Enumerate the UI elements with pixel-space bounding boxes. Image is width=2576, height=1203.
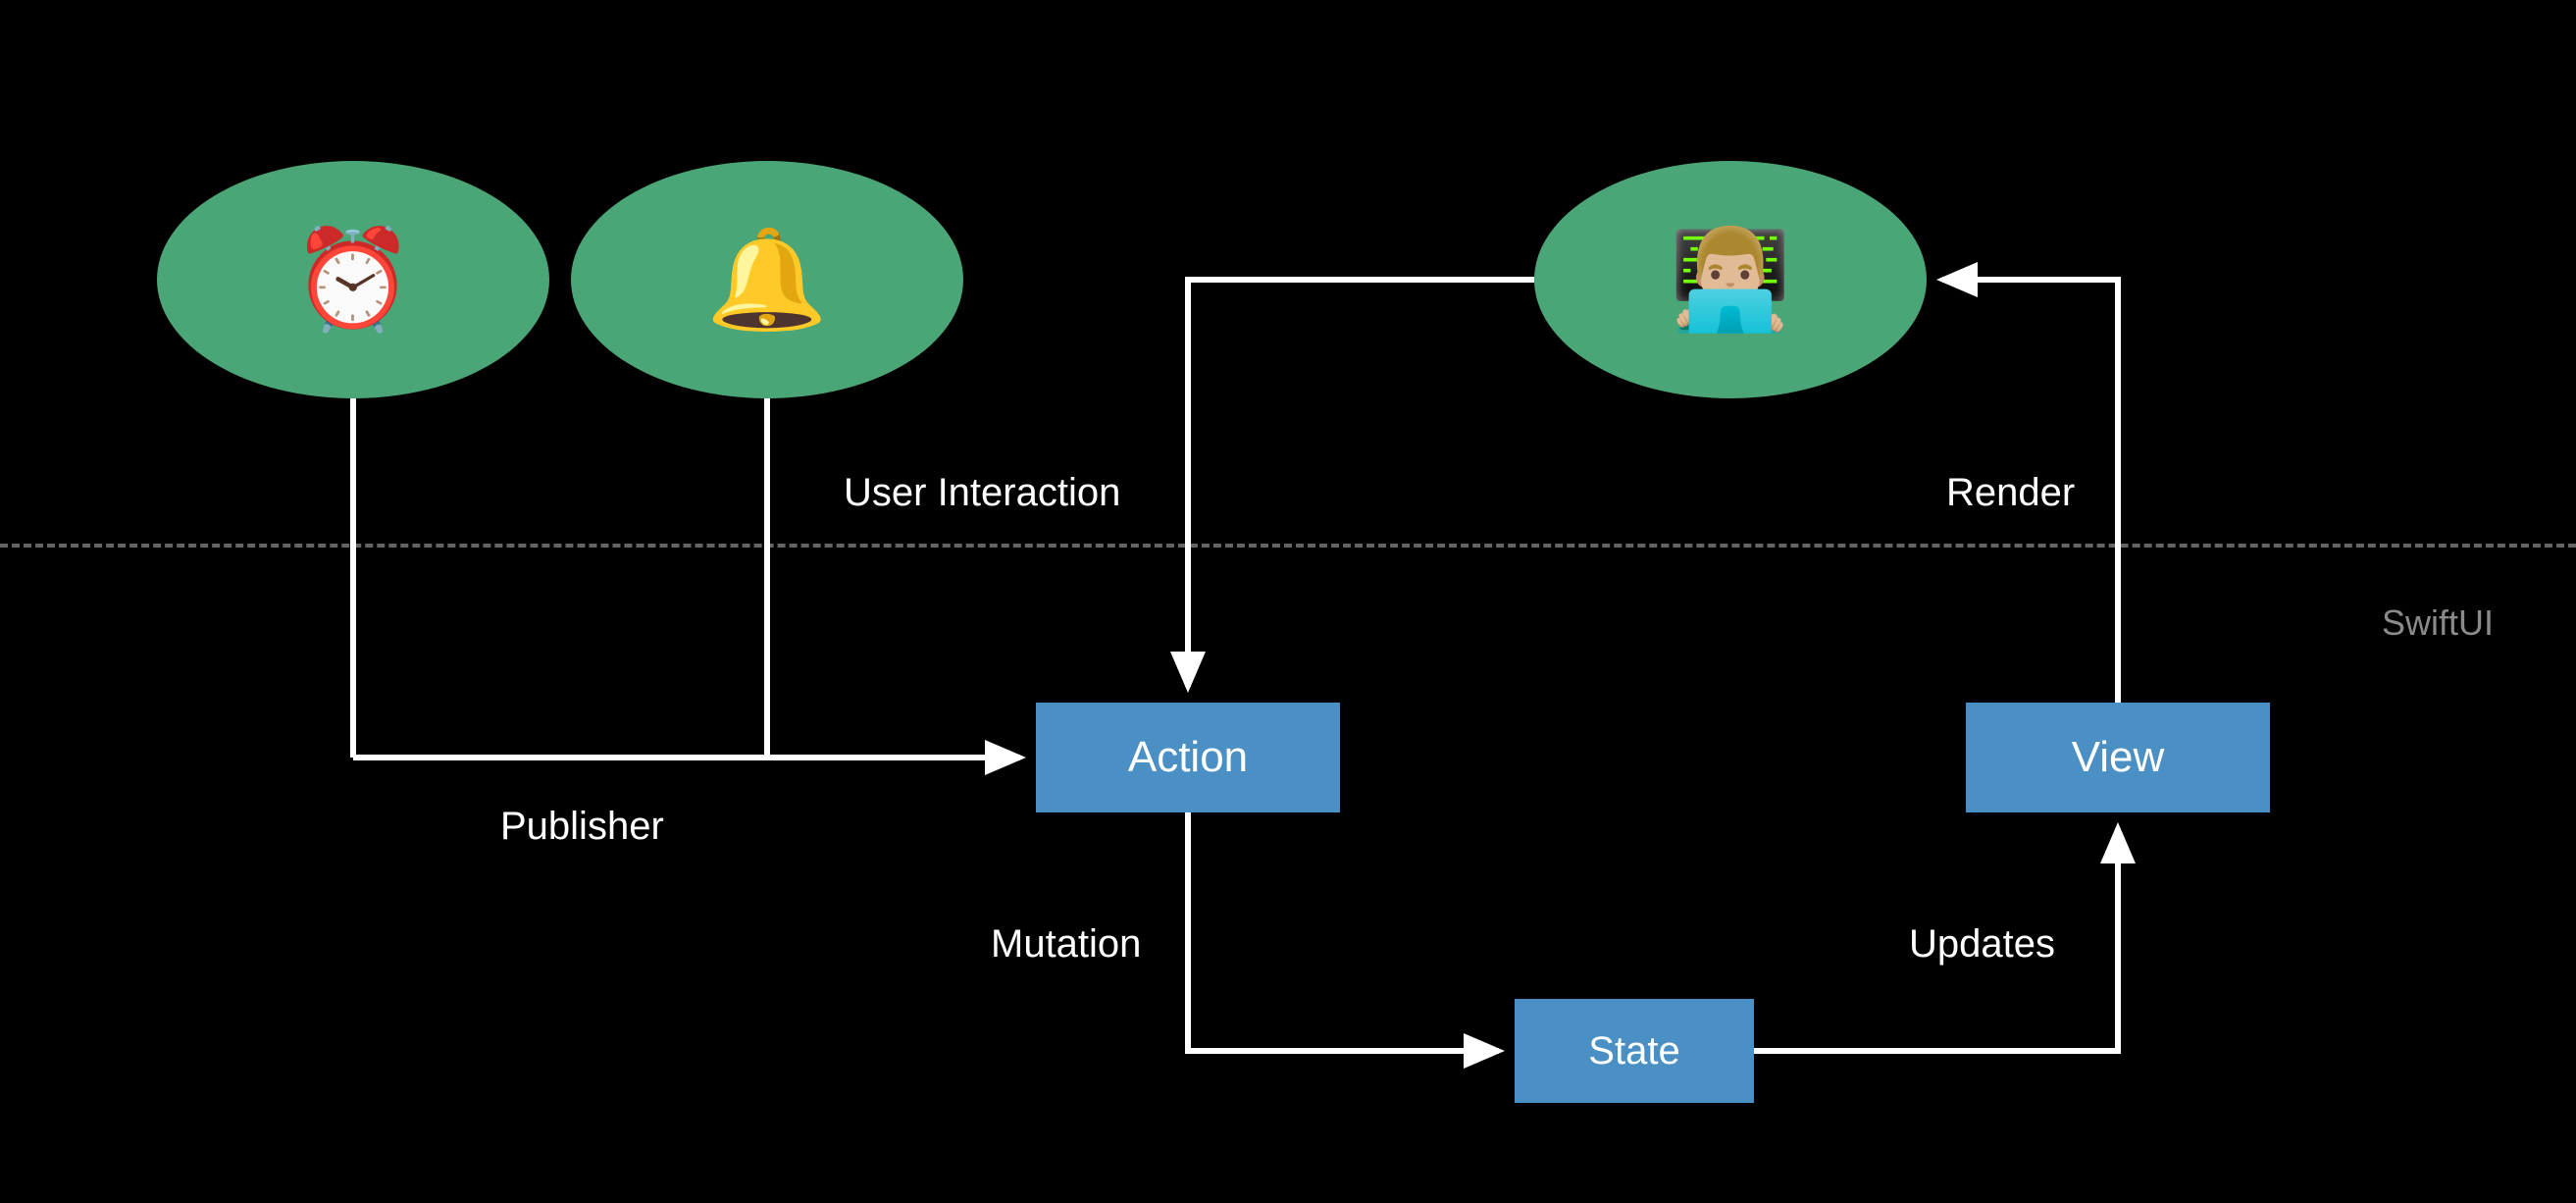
bell-icon: 🔔 — [706, 231, 829, 329]
user-laptop-icon: 👨🏼‍💻 — [1670, 231, 1792, 329]
edge-label-updates: Updates — [1909, 922, 2055, 967]
boundary-divider — [0, 544, 2576, 548]
node-user: 👨🏼‍💻 — [1534, 161, 1927, 398]
node-bell: 🔔 — [571, 161, 963, 398]
alarm-clock-icon: ⏰ — [292, 231, 415, 329]
diagram-canvas: SwiftUI ⏰ 🔔 👨🏼‍💻 Action State View — [0, 0, 2576, 1203]
node-state-label: State — [1588, 1029, 1679, 1073]
edge-label-mutation: Mutation — [991, 922, 1141, 967]
node-view: View — [1966, 703, 2270, 812]
edge-mutation — [1188, 812, 1499, 1051]
edge-label-render: Render — [1946, 471, 2075, 515]
node-action-label: Action — [1128, 733, 1248, 782]
node-view-label: View — [2072, 733, 2165, 782]
node-state: State — [1515, 999, 1754, 1103]
node-action: Action — [1036, 703, 1340, 812]
edge-label-publisher: Publisher — [500, 805, 664, 849]
framework-label: SwiftUI — [2382, 602, 2494, 644]
edge-label-user-interaction: User Interaction — [844, 471, 1120, 515]
edge-user-interaction — [1188, 280, 1534, 687]
node-clock: ⏰ — [157, 161, 549, 398]
